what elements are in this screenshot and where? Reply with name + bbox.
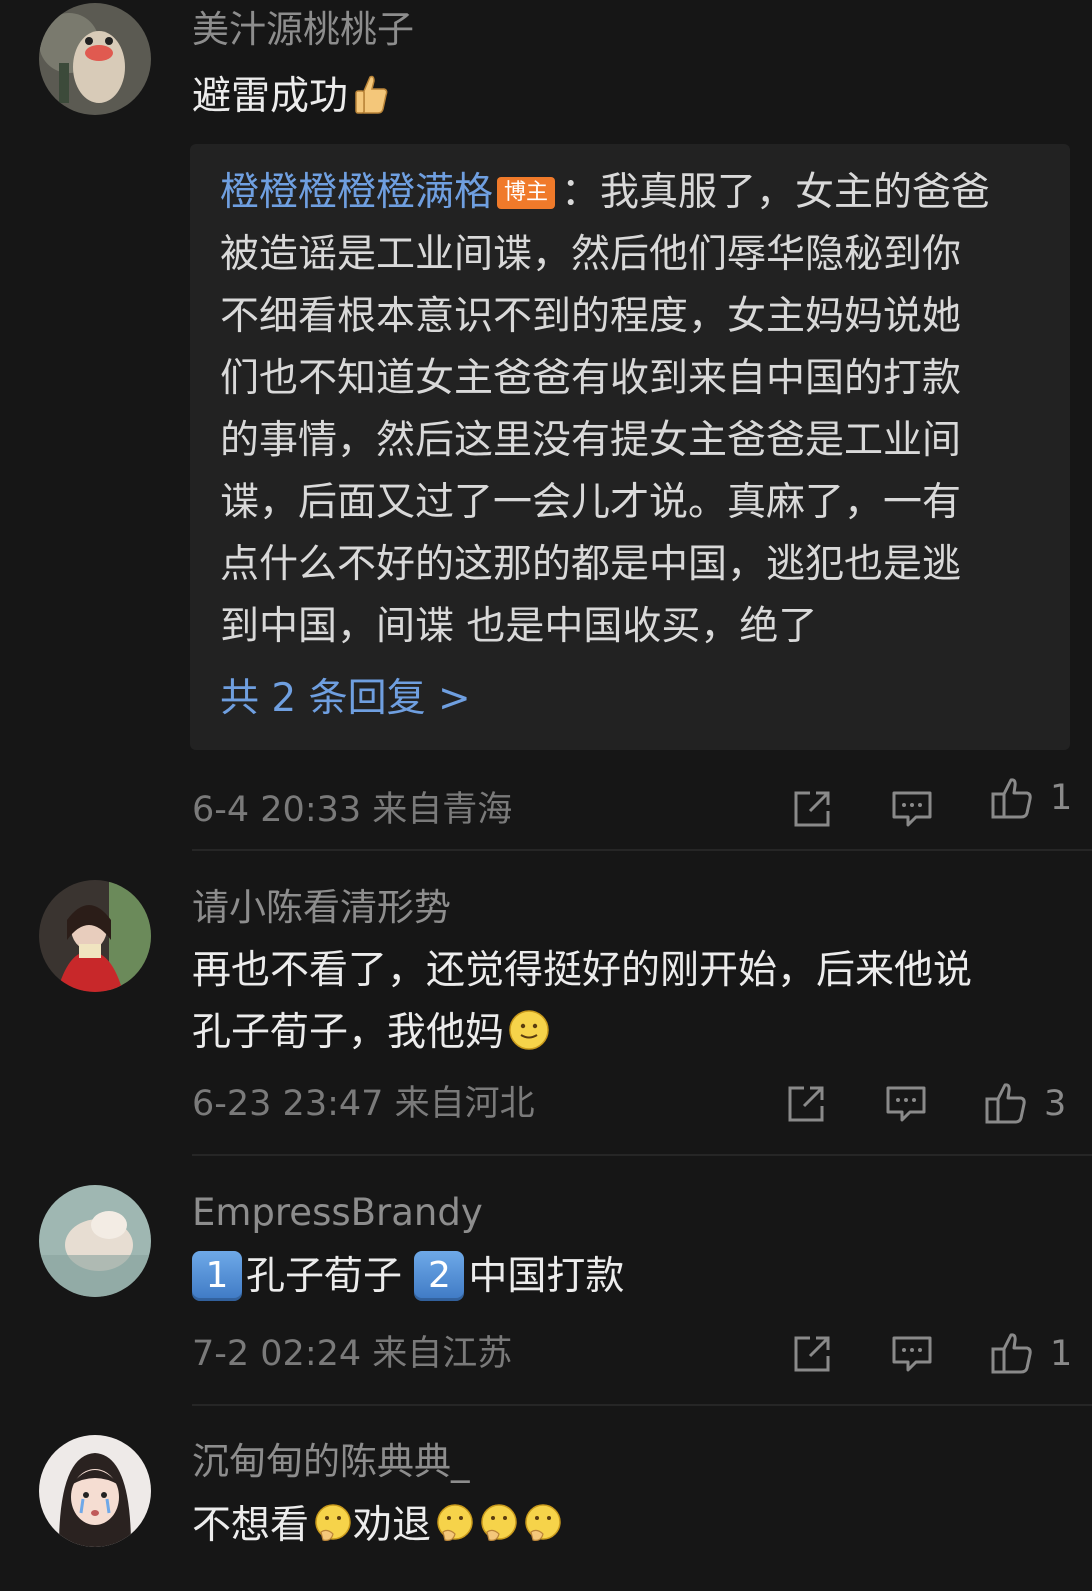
thumbs-up-icon (985, 1083, 1026, 1124)
keycap-2-icon: 2 (414, 1251, 465, 1301)
like-button[interactable] (990, 1331, 1034, 1375)
comment-text-content: 孔子荀子，我他妈 (192, 1010, 505, 1055)
reply-button[interactable] (890, 1332, 934, 1376)
comment-time: 6-23 23:47 (192, 1084, 384, 1124)
comment-username[interactable]: 请小陈看清形势 (192, 886, 451, 930)
comment-location: 来自江苏 (372, 1334, 513, 1374)
keycap-1-icon: 1 (192, 1251, 242, 1301)
thumbs-up-icon (991, 778, 1032, 819)
like-button[interactable] (984, 1081, 1028, 1125)
comment-text-line: 再也不看了，还觉得挺好的刚开始，后来他说 (192, 948, 973, 993)
reply-line: 点什么不好的这那的都是中国，逃犯也是逃 (220, 542, 962, 587)
thinking-emoji-icon (523, 1501, 563, 1563)
thinking-emoji-icon (313, 1501, 353, 1563)
reply-line: 的事情，然后这里没有提女主爸爸是工业间 (220, 418, 962, 463)
comment-icon (892, 791, 932, 827)
thumbs-up-icon (991, 1333, 1032, 1374)
comment-time: 6-4 20:33 (192, 790, 362, 830)
thinking-emoji-icon (479, 1501, 519, 1563)
share-icon (794, 1336, 830, 1372)
comment-text-part: 中国打款 (468, 1254, 625, 1299)
comment-time: 7-2 02:24 (192, 1334, 362, 1374)
comment-meta: 7-2 02:24 来自江苏 (192, 1332, 512, 1376)
avatar[interactable] (39, 3, 151, 115)
comment-text-content: 避雷成功 (192, 74, 349, 119)
thinking-emoji-icon (435, 1501, 475, 1563)
reply-button[interactable] (884, 1082, 928, 1126)
author-badge: 博主 (497, 177, 556, 209)
comment-username[interactable]: 沉甸甸的陈典典_ (192, 1440, 470, 1484)
thumbs-up-emoji-icon (352, 72, 390, 134)
share-icon (788, 1086, 824, 1122)
comment-text: 孔子荀子，我他妈 (192, 1002, 550, 1070)
comment-text: 不想看 劝退 (192, 1495, 563, 1563)
comment-meta: 6-23 23:47 来自河北 (192, 1082, 535, 1126)
reply-text: ：我真服了，女主的爸爸 (561, 170, 991, 215)
comment-location: 来自河北 (394, 1084, 535, 1124)
comment-text-part: 不想看 (192, 1503, 310, 1548)
comment-meta: 6-4 20:33 来自青海 (192, 788, 512, 832)
comment-username[interactable]: EmpressBrandy (192, 1191, 483, 1235)
comment-text-part: 劝退 (353, 1503, 432, 1548)
avatar[interactable] (39, 1435, 151, 1547)
reply-line: 橙橙橙橙橙满格 博主 ：我真服了，女主的爸爸 (220, 162, 990, 224)
reply-box[interactable]: 橙橙橙橙橙满格 博主 ：我真服了，女主的爸爸 被造谣是工业间谍，然后他们辱华隐秘到你… (190, 144, 1070, 750)
share-icon (794, 791, 830, 827)
share-button[interactable] (790, 1332, 834, 1376)
reply-line: 不细看根本意识不到的程度，女主妈妈说她 (220, 294, 962, 339)
comment-icon (886, 1086, 926, 1122)
share-button[interactable] (790, 787, 834, 831)
divider (192, 1154, 1092, 1156)
comment-text-part: 孔子荀子 (246, 1254, 403, 1299)
comment-icon (892, 1336, 932, 1372)
smile-emoji-icon (508, 1008, 550, 1070)
comment-username[interactable]: 美汁源桃桃子 (192, 8, 414, 52)
divider (192, 1404, 1092, 1406)
avatar[interactable] (39, 880, 151, 992)
comment-text: 避雷成功 (192, 66, 390, 134)
reply-line: 们也不知道女主爸爸有收到来自中国的打款 (220, 356, 962, 401)
reply-line: 被造谣是工业间谍，然后他们辱华隐秘到你 (220, 232, 962, 277)
comment-text: 1 孔子荀子 2 中国打款 (192, 1246, 624, 1308)
reply-author[interactable]: 橙橙橙橙橙满格 (220, 170, 493, 215)
more-replies-link[interactable]: 共 2 条回复 > (220, 668, 471, 730)
reply-button[interactable] (890, 787, 934, 831)
like-count: 3 (1044, 1084, 1067, 1124)
like-button[interactable] (990, 776, 1034, 820)
avatar[interactable] (39, 1185, 151, 1297)
reply-line: 到中国，间谍 也是中国收买，绝了 (220, 604, 818, 649)
divider (192, 849, 1092, 851)
share-button[interactable] (784, 1082, 828, 1126)
reply-line: 谍，后面又过了一会儿才说。真麻了，一有 (220, 480, 962, 525)
comment-location: 来自青海 (372, 790, 513, 830)
like-count: 1 (1050, 1334, 1073, 1374)
like-count: 1 (1050, 778, 1073, 818)
